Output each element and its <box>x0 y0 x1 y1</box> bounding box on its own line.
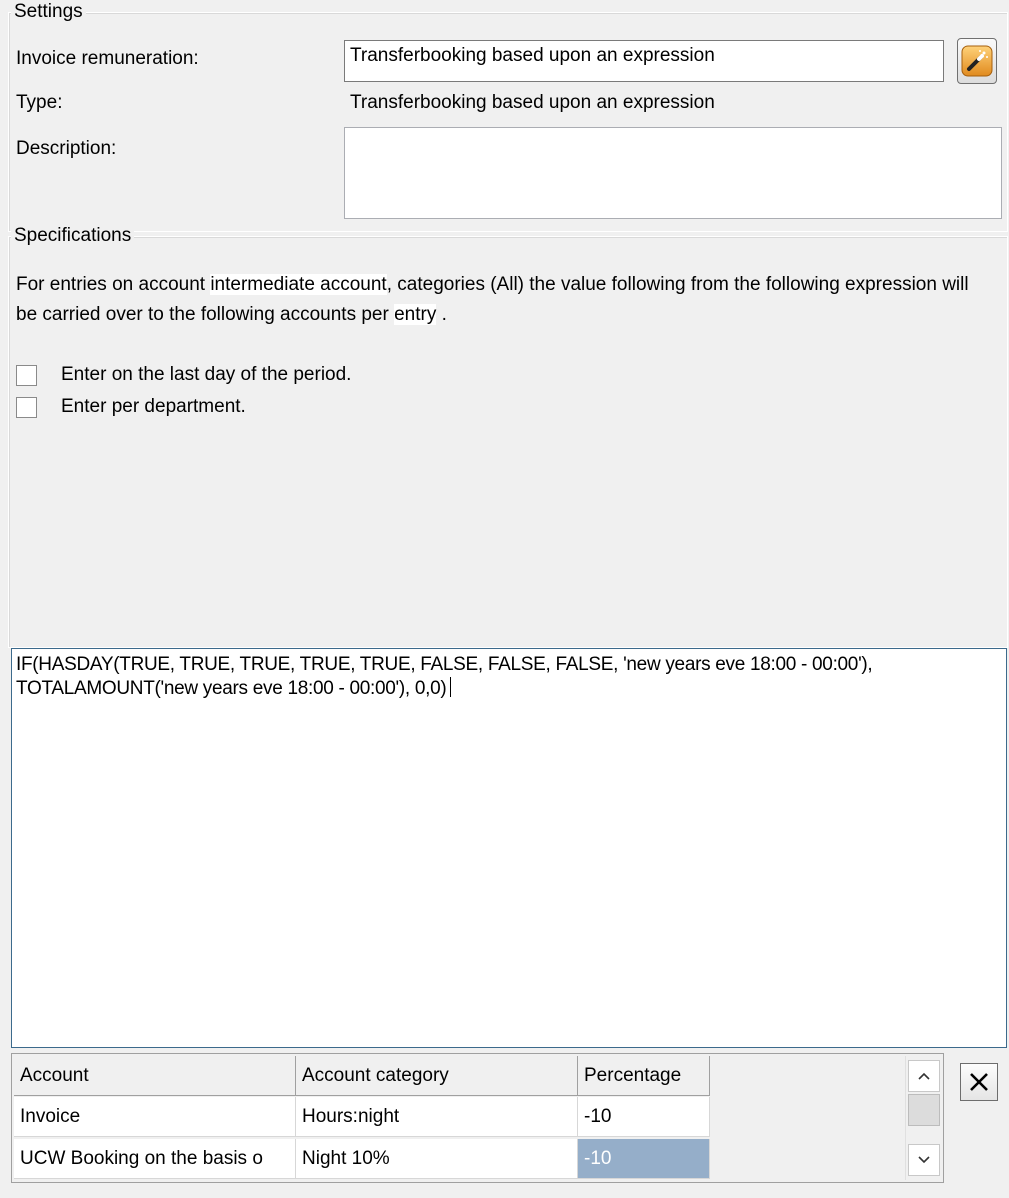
invoice-remuneration-label: Invoice remuneration: <box>16 48 199 69</box>
table-cell-account[interactable]: UCW Booking on the basis o <box>14 1139 296 1179</box>
scroll-down-button[interactable] <box>908 1144 940 1176</box>
delete-row-button[interactable] <box>960 1063 998 1101</box>
table-cell-account[interactable]: Invoice <box>14 1097 296 1137</box>
chevron-down-icon <box>918 1156 930 1164</box>
specifications-group-title: Specifications <box>11 226 135 246</box>
spec-per-link[interactable]: entry <box>394 304 437 325</box>
description-field[interactable] <box>344 127 1002 219</box>
settings-panel: Settings Invoice remuneration: Transferb… <box>0 0 1009 1198</box>
expression-text: IF(HASDAY(TRUE, TRUE, TRUE, TRUE, TRUE, … <box>16 654 873 699</box>
last-day-checkbox-row[interactable]: Enter on the last day of the period. <box>16 364 351 386</box>
spec-text-part: For entries on account <box>16 274 211 295</box>
settings-group-title: Settings <box>11 2 86 22</box>
scroll-up-button[interactable] <box>908 1060 940 1092</box>
per-department-checkbox-row[interactable]: Enter per department. <box>16 396 246 418</box>
expression-editor[interactable]: IF(HASDAY(TRUE, TRUE, TRUE, TRUE, TRUE, … <box>11 648 1007 1048</box>
per-department-checkbox[interactable] <box>16 396 37 418</box>
table-cell-percentage-selected[interactable]: -10 <box>578 1139 710 1179</box>
table-cell-percentage[interactable]: -10 <box>578 1097 710 1137</box>
per-department-checkbox-label: Enter per department. <box>61 396 246 417</box>
invoice-remuneration-field[interactable]: Transferbooking based upon an expression <box>344 40 944 82</box>
table-cell-account-category[interactable]: Night 10% <box>296 1139 578 1179</box>
description-label: Description: <box>16 138 117 159</box>
spec-account-link[interactable]: intermediate account <box>210 274 387 295</box>
wizard-button[interactable] <box>957 38 997 84</box>
text-caret <box>450 677 452 697</box>
last-day-checkbox[interactable] <box>16 364 37 386</box>
magic-wand-icon <box>961 45 993 77</box>
column-header-account[interactable]: Account <box>14 1056 296 1096</box>
type-value: Transferbooking based upon an expression <box>350 92 715 113</box>
table-cell-account-category[interactable]: Hours:night <box>296 1097 578 1137</box>
accounts-grid: Account Account category Percentage Invo… <box>11 1053 944 1183</box>
column-header-account-category[interactable]: Account category <box>296 1056 578 1096</box>
scroll-thumb[interactable] <box>908 1094 940 1126</box>
grid-vertical-scrollbar[interactable] <box>905 1056 941 1180</box>
last-day-checkbox-label: Enter on the last day of the period. <box>61 364 352 385</box>
column-header-percentage[interactable]: Percentage <box>578 1056 710 1096</box>
specifications-description: For entries on account intermediate acco… <box>16 270 976 330</box>
chevron-up-icon <box>918 1072 930 1080</box>
close-x-icon <box>970 1073 988 1091</box>
spec-text-part: . <box>436 304 447 325</box>
type-label: Type: <box>16 92 63 113</box>
